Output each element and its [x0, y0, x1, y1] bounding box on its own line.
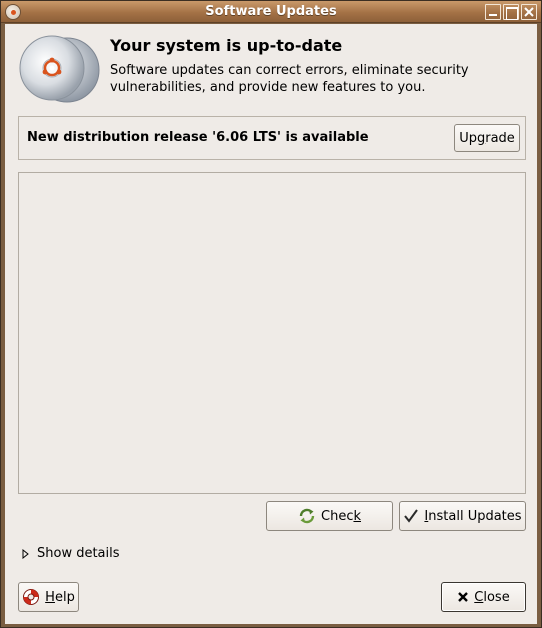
release-message: New distribution release '6.06 LTS' is a… — [27, 130, 369, 145]
triangle-right-icon — [22, 548, 29, 559]
check-label-pre: Chec — [321, 508, 354, 524]
upgrade-button[interactable]: Up g rade — [454, 124, 520, 152]
close-label-post: lose — [483, 589, 510, 605]
checkmark-icon — [404, 509, 419, 523]
dialog-body: Your system is up-to-date Software updat… — [5, 24, 537, 624]
check-button[interactable]: Chec k — [266, 501, 393, 531]
status-heading: Your system is up-to-date — [110, 36, 343, 55]
release-notice: New distribution release '6.06 LTS' is a… — [18, 116, 526, 160]
help-mnemonic: H — [45, 589, 55, 605]
maximize-button[interactable] — [503, 4, 519, 20]
show-details-expander[interactable]: Show details — [22, 546, 120, 561]
close-button[interactable]: Close — [441, 582, 526, 612]
show-details-label: Show details — [37, 546, 120, 561]
install-label-post: nstall Updates — [428, 508, 522, 524]
upgrade-mnemonic: g — [476, 130, 486, 146]
check-mnemonic: k — [353, 508, 361, 524]
upgrade-label-post: rade — [485, 130, 515, 146]
window-close-button[interactable] — [521, 4, 537, 20]
minimize-button[interactable] — [485, 4, 501, 20]
refresh-icon — [299, 508, 315, 524]
status-description: Software updates can correct errors, eli… — [110, 63, 469, 95]
cd-disc-ubuntu-icon — [19, 35, 100, 103]
help-label-post: elp — [54, 589, 75, 605]
lifebuoy-icon — [23, 589, 40, 605]
close-mnemonic: C — [474, 589, 484, 605]
close-x-icon — [458, 592, 469, 602]
window-title: Software Updates — [205, 4, 337, 19]
upgrade-label-pre: Up — [459, 130, 477, 146]
titlebar[interactable]: Software Updates — [1, 1, 541, 23]
install-updates-button[interactable]: Install Updates — [399, 501, 526, 531]
updates-list[interactable] — [18, 172, 526, 494]
software-updates-window: Software Updates Your system is up-to-da… — [0, 0, 542, 628]
help-button[interactable]: Help — [18, 582, 79, 612]
